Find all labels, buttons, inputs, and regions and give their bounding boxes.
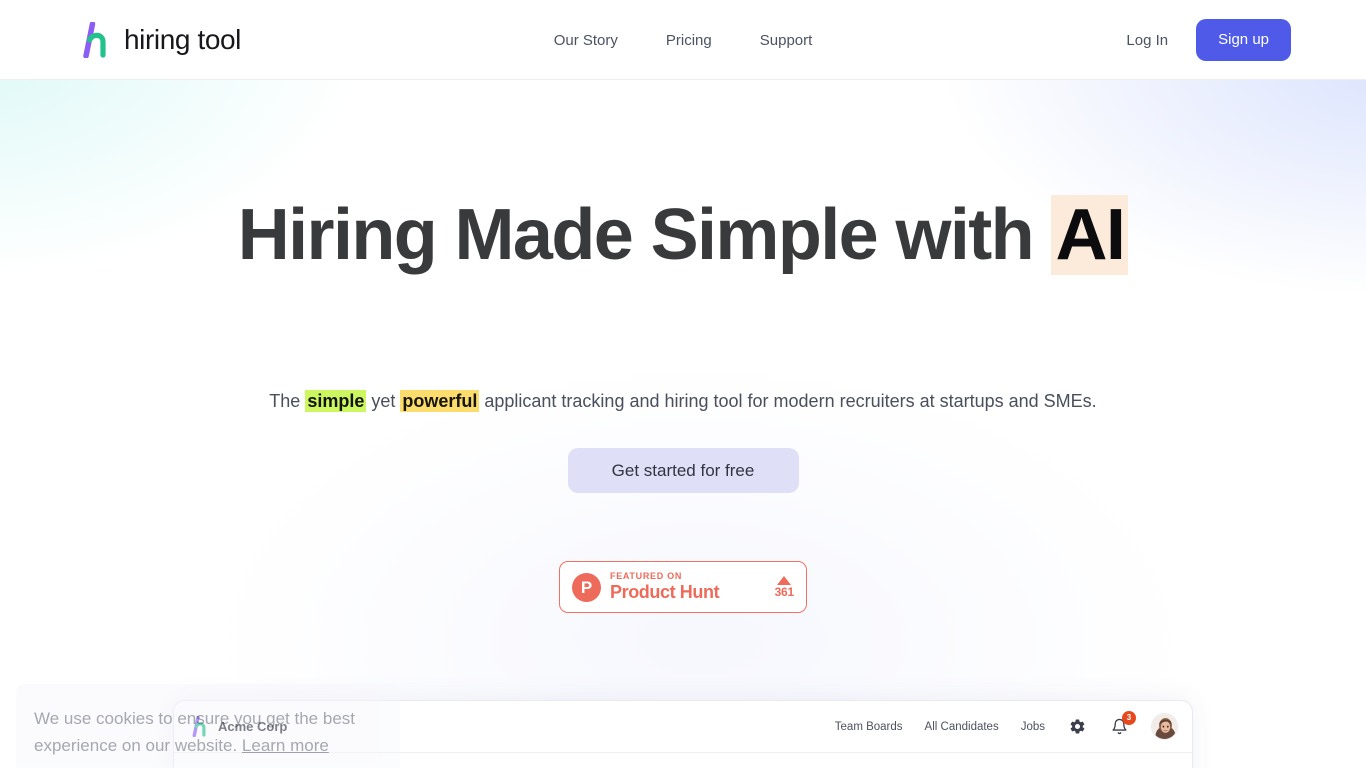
app-nav-team-boards[interactable]: Team Boards xyxy=(835,721,903,733)
get-started-button[interactable]: Get started for free xyxy=(567,448,799,493)
hero-heading-text: Hiring Made Simple with xyxy=(237,195,1052,275)
hero-section: Hiring Made Simple with AI The simple ye… xyxy=(0,80,1366,768)
log-in-link[interactable]: Log In xyxy=(1126,32,1168,49)
gear-icon[interactable] xyxy=(1067,717,1087,737)
hero-sub-part2: yet xyxy=(366,391,401,411)
top-navbar: hiring tool Our Story Pricing Support Lo… xyxy=(0,0,1366,80)
product-hunt-wrap: P FEATURED ON Product Hunt 361 xyxy=(0,561,1366,613)
app-nav-jobs[interactable]: Jobs xyxy=(1021,721,1045,733)
hero-heading: Hiring Made Simple with AI xyxy=(0,195,1366,275)
nav-actions: Log In Sign up xyxy=(1126,0,1291,80)
avatar[interactable] xyxy=(1151,713,1178,740)
hero-sub-part3: applicant tracking and hiring tool for m… xyxy=(479,391,1097,411)
hero-cta-wrap: Get started for free xyxy=(0,448,1366,493)
cookie-learn-more-link[interactable]: Learn more xyxy=(242,736,329,755)
hero-sub-highlight-powerful: powerful xyxy=(400,390,480,412)
product-hunt-name: Product Hunt xyxy=(610,582,720,603)
hero-sub-part1: The xyxy=(269,391,306,411)
nav-item-support[interactable]: Support xyxy=(760,32,813,49)
upvote-triangle-icon xyxy=(777,575,792,585)
landing-page: hiring tool Our Story Pricing Support Lo… xyxy=(0,0,1366,768)
product-hunt-logo-letter: P xyxy=(580,577,593,597)
nav-item-our-story[interactable]: Our Story xyxy=(554,32,618,49)
product-hunt-featured-label: FEATURED ON xyxy=(610,571,683,582)
bell-icon[interactable]: 3 xyxy=(1109,710,1136,737)
product-hunt-text: FEATURED ON Product Hunt xyxy=(610,571,720,603)
cookie-consent-banner: We use cookies to ensure you get the bes… xyxy=(16,684,400,768)
app-nav-all-candidates[interactable]: All Candidates xyxy=(925,721,999,733)
cookie-consent-text: We use cookies to ensure you get the bes… xyxy=(34,706,382,760)
sign-up-button[interactable]: Sign up xyxy=(1196,19,1291,61)
product-hunt-icon: P xyxy=(572,572,601,602)
app-preview-nav: Team Boards All Candidates Jobs 3 xyxy=(835,710,1178,740)
hero-sub-highlight-simple: simple xyxy=(305,390,367,412)
product-hunt-upvote-count: 361 xyxy=(774,584,795,599)
notification-badge: 3 xyxy=(1122,710,1136,725)
nav-item-pricing[interactable]: Pricing xyxy=(666,32,712,49)
hero-heading-highlight-ai: AI xyxy=(1051,195,1129,275)
product-hunt-upvote: 361 xyxy=(774,575,795,599)
product-hunt-badge[interactable]: P FEATURED ON Product Hunt 361 xyxy=(559,561,807,613)
hero-subheading: The simple yet powerful applicant tracki… xyxy=(0,388,1366,415)
